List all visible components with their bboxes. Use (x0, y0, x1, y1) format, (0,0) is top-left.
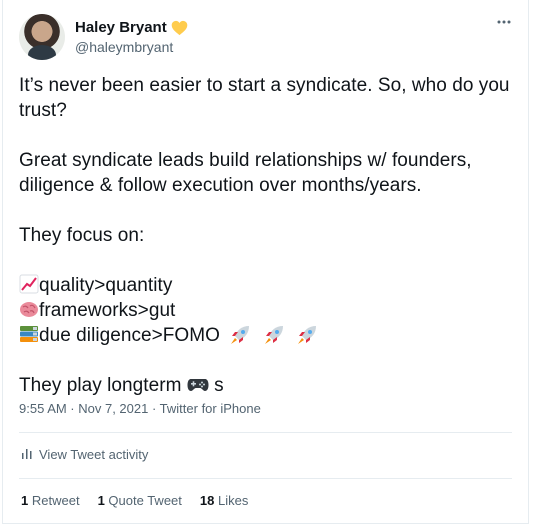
quote-tweets-stat[interactable]: 1 Quote Tweet (98, 492, 182, 510)
rocket-icon (229, 324, 250, 344)
display-name-row[interactable]: Haley Bryant (75, 18, 188, 38)
list-item: frameworks>gut (19, 298, 512, 323)
chart-increasing-icon (19, 274, 39, 294)
author-handle[interactable]: @haleymbryant (75, 38, 188, 56)
quote-count: 1 (97, 493, 105, 508)
tweet-header: Haley Bryant @haleymbryant (19, 14, 514, 62)
brain-icon (19, 299, 39, 319)
likes-label: Likes (218, 493, 249, 508)
yellow-heart-icon (171, 20, 188, 36)
divider (19, 432, 512, 433)
engagement-stats: 1 Retweet 1 Quote Tweet 18 Likes (21, 492, 248, 510)
list-item: quality>quantity (19, 273, 512, 298)
bar-chart-icon (21, 446, 33, 464)
list-item: due diligence>FOMO (19, 323, 512, 348)
more-horizontal-icon[interactable] (494, 16, 514, 32)
rocket-icon (296, 324, 316, 344)
list-item-text: due diligence>FOMO (39, 325, 220, 346)
list-item-text: quality>quantity (39, 275, 173, 296)
tweet-text: It’s never been easier to start a syndic… (19, 73, 512, 398)
view-activity-link[interactable]: View Tweet activity (21, 446, 148, 464)
tweet-paragraph: It’s never been easier to start a syndic… (19, 75, 510, 121)
tweet-paragraph: Great syndicate leads build relationship… (19, 150, 472, 196)
view-activity-label[interactable]: View Tweet activity (39, 446, 148, 464)
tweet-card: Haley Bryant @haleymbryant It’s never be… (2, 0, 529, 524)
retweets-count: 1 (21, 493, 29, 508)
closing-text: They play longterm (19, 375, 182, 396)
avatar[interactable] (19, 14, 65, 60)
avatar-shoulders (28, 45, 56, 60)
retweets-label: Retweet (31, 493, 80, 508)
likes-count: 18 (199, 493, 215, 508)
likes-stat[interactable]: 18 Likes (200, 492, 248, 510)
closing-suffix: s (208, 375, 224, 396)
tweet-timestamp[interactable]: 9:55 AM · Nov 7, 2021 · Twitter for iPho… (19, 400, 261, 418)
retweets-stat[interactable]: 1 Retweet (21, 492, 80, 510)
tweet-closing-line: They play longterm s (19, 373, 512, 398)
books-icon (19, 324, 39, 344)
author-names: Haley Bryant @haleymbryant (75, 18, 188, 56)
rocket-icon (263, 324, 283, 344)
quote-label: Quote Tweet (108, 493, 182, 508)
list-item-text: frameworks>gut (39, 300, 176, 321)
tweet-paragraph: They focus on: (19, 225, 145, 246)
divider (19, 478, 512, 479)
video-game-controller-icon (187, 374, 209, 394)
display-name[interactable]: Haley Bryant (75, 18, 167, 38)
